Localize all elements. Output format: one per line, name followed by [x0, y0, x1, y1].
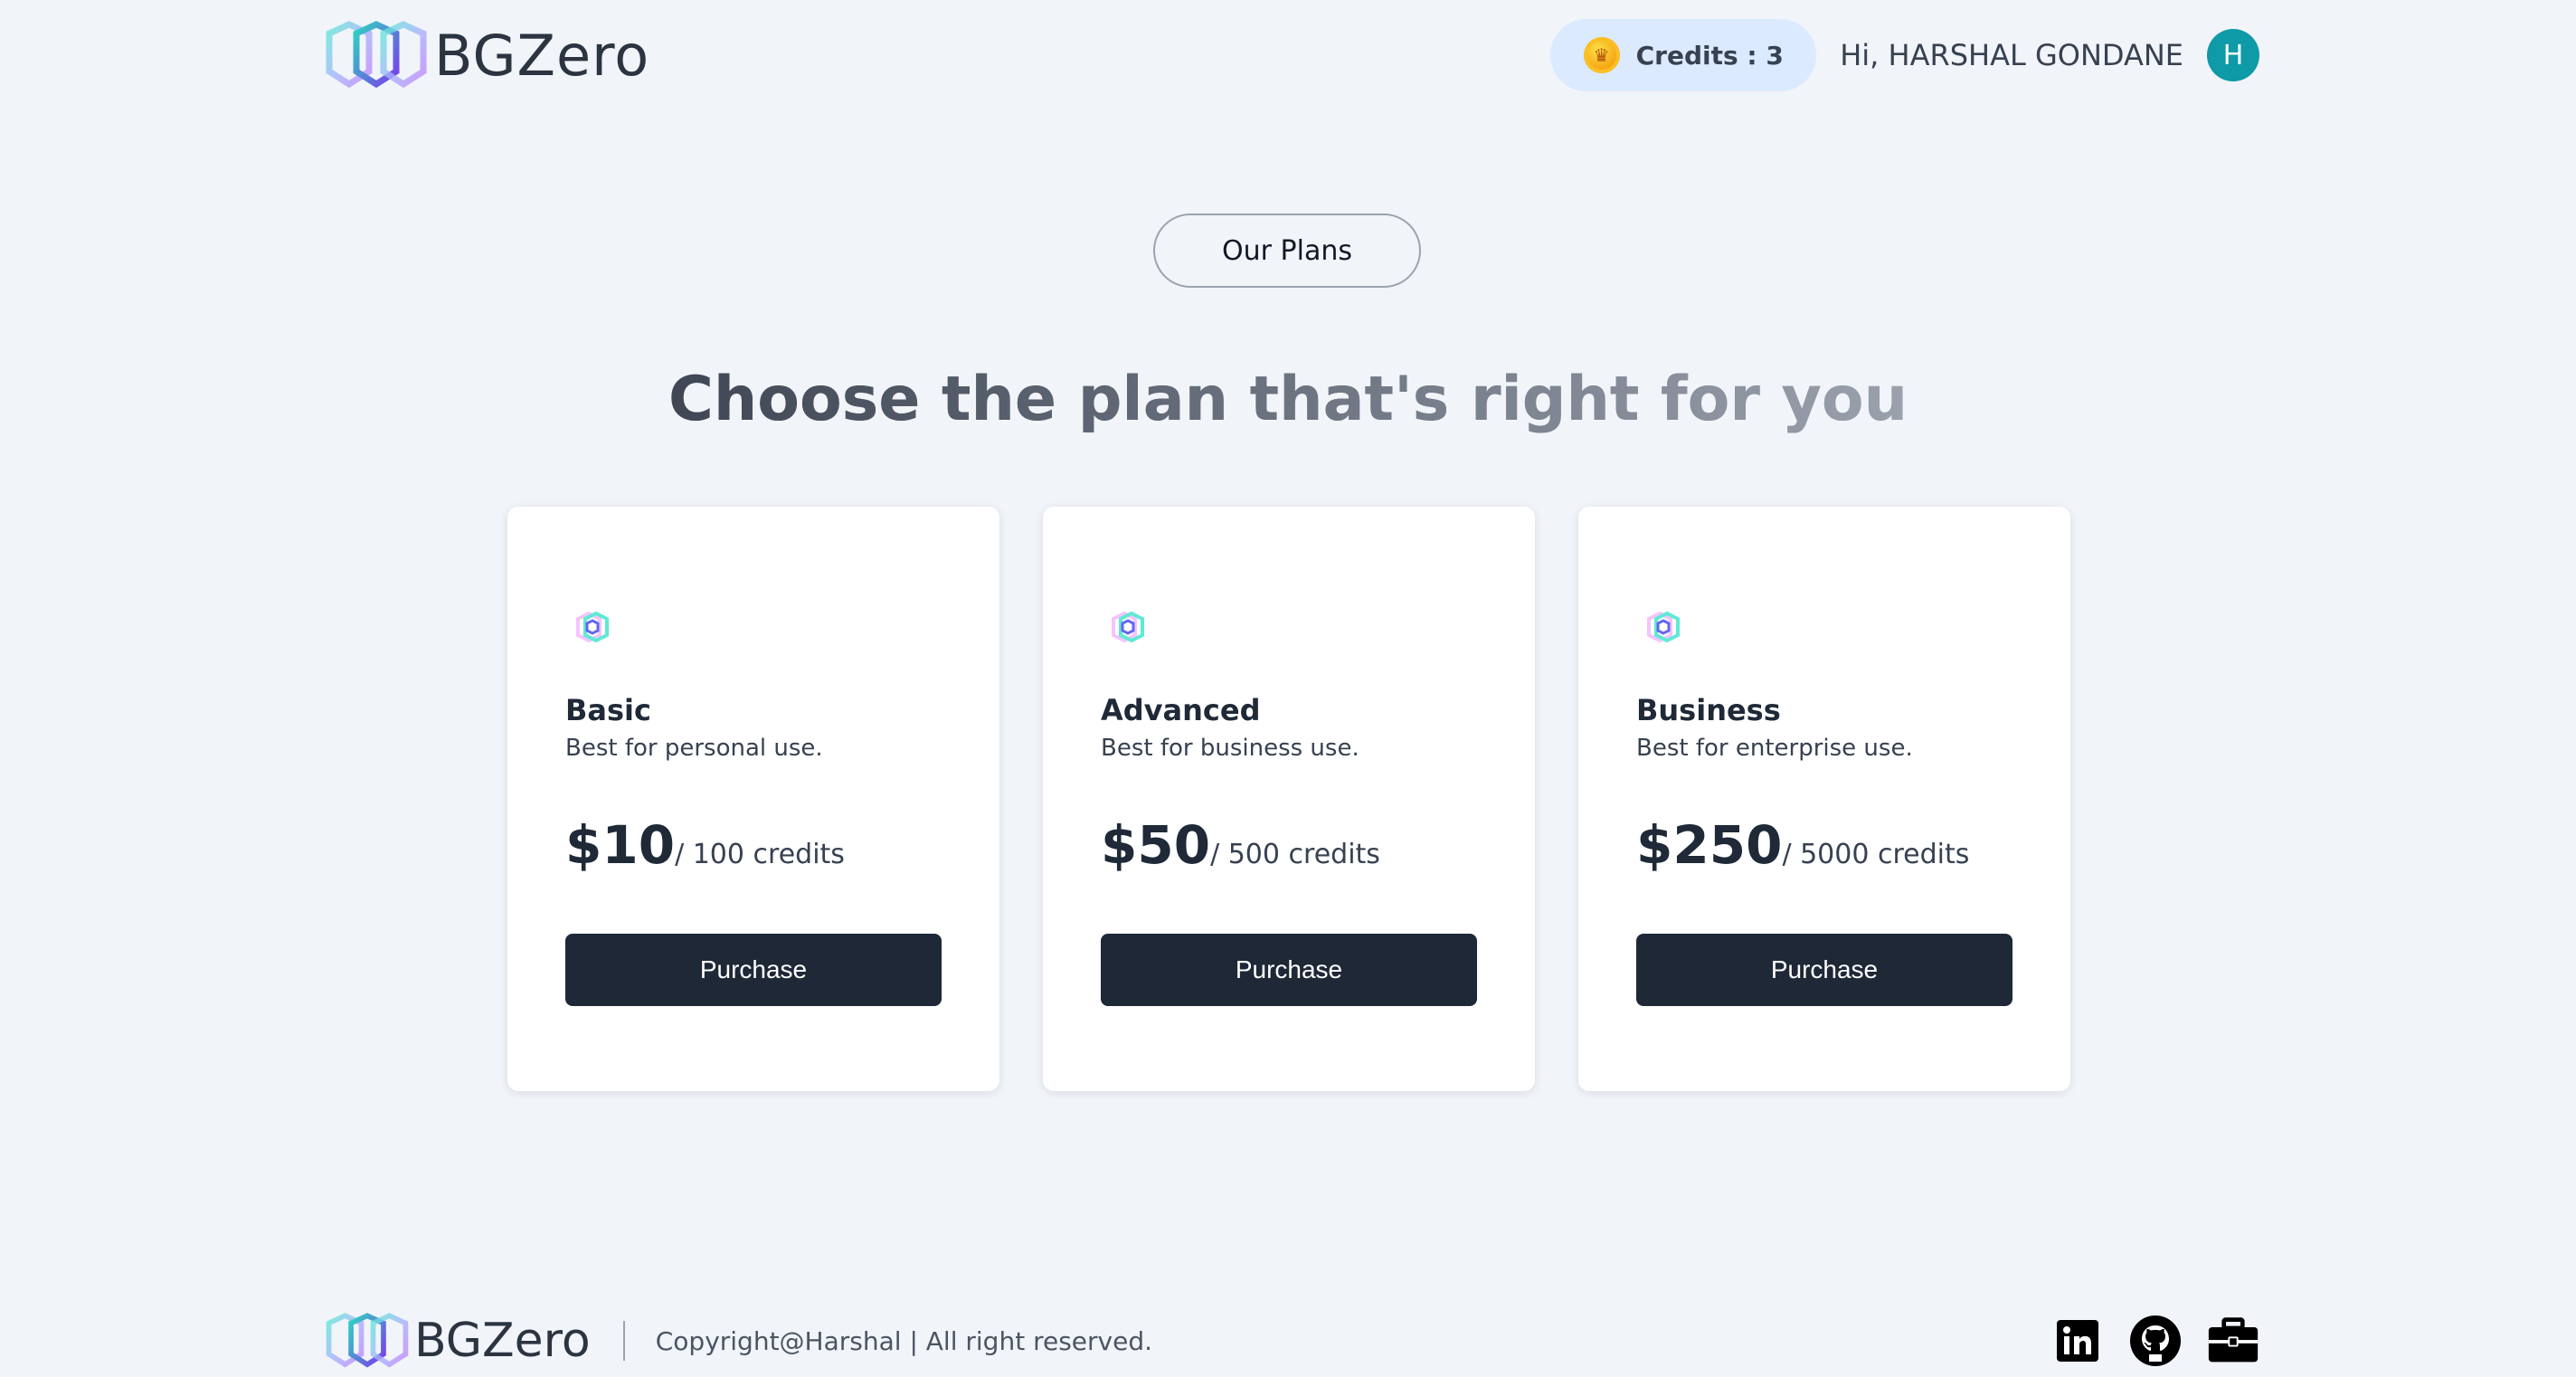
footer: BGZero Copyright@Harshal | All right res…	[322, 1308, 2259, 1373]
plan-cards: Basic Best for personal use. $10 / 100 c…	[507, 507, 2070, 1091]
pricing-page: BGZero ♛ Credits : 3 Hi, HARSHAL GONDANE…	[0, 0, 2576, 1377]
plan-hexagon-icon	[1112, 611, 1144, 643]
plan-description: Best for personal use.	[565, 735, 823, 762]
price-unit: / 5000 credits	[1782, 839, 1970, 870]
purchase-button-advanced[interactable]: Purchase	[1101, 934, 1477, 1006]
purchase-button-business[interactable]: Purchase	[1636, 934, 2012, 1006]
plan-description: Best for business use.	[1101, 735, 1359, 762]
footer-logo-text: BGZero	[414, 1314, 591, 1368]
plan-card-basic: Basic Best for personal use. $10 / 100 c…	[507, 507, 999, 1091]
logo-hexagon-icon	[326, 21, 427, 89]
price-unit: / 500 credits	[1210, 839, 1380, 870]
header-right: ♛ Credits : 3 Hi, HARSHAL GONDANE H	[1550, 19, 2259, 91]
price-unit: / 100 credits	[675, 839, 845, 870]
plan-price: $250 / 5000 credits	[1636, 814, 1969, 876]
price-amount: $50	[1101, 814, 1211, 876]
page-title: Choose the plan that's right for you	[0, 360, 2576, 440]
plan-hexagon-icon	[1647, 611, 1680, 643]
copyright-text: Copyright@Harshal | All right reserved.	[655, 1325, 1153, 1356]
our-plans-badge: Our Plans	[1153, 214, 1421, 288]
plan-name: Advanced	[1101, 693, 1261, 727]
linkedin-icon[interactable]	[2051, 1315, 2104, 1367]
price-amount: $10	[565, 814, 676, 876]
github-icon[interactable]	[2129, 1315, 2182, 1367]
plan-card-advanced: Advanced Best for business use. $50 / 50…	[1043, 507, 1535, 1091]
user-greeting: Hi, HARSHAL GONDANE	[1840, 38, 2183, 72]
plan-name: Basic	[565, 693, 651, 727]
footer-divider	[622, 1321, 625, 1361]
plan-price: $10 / 100 credits	[565, 814, 845, 876]
social-links	[2051, 1315, 2259, 1367]
footer-logo-icon[interactable]	[322, 1313, 412, 1369]
coin-icon: ♛	[1583, 37, 1620, 73]
credits-button[interactable]: ♛ Credits : 3	[1550, 19, 1817, 91]
purchase-button-basic[interactable]: Purchase	[565, 934, 942, 1006]
header: BGZero ♛ Credits : 3 Hi, HARSHAL GONDANE…	[322, 18, 2259, 92]
plan-card-business: Business Best for enterprise use. $250 /…	[1578, 507, 2070, 1091]
logo[interactable]: BGZero	[322, 21, 649, 90]
plan-name: Business	[1636, 693, 1781, 727]
logo-text: BGZero	[434, 22, 650, 89]
plan-description: Best for enterprise use.	[1636, 735, 1913, 762]
avatar[interactable]: H	[2207, 29, 2259, 81]
credits-label: Credits : 3	[1635, 40, 1784, 71]
price-amount: $250	[1636, 814, 1783, 876]
page-title-text: Choose the plan that's right for you	[668, 364, 1908, 435]
avatar-initial: H	[2222, 39, 2244, 71]
plan-hexagon-icon	[576, 611, 609, 643]
plan-price: $50 / 500 credits	[1101, 814, 1380, 876]
footer-left: BGZero Copyright@Harshal | All right res…	[322, 1313, 1152, 1369]
briefcase-icon[interactable]	[2207, 1315, 2259, 1367]
